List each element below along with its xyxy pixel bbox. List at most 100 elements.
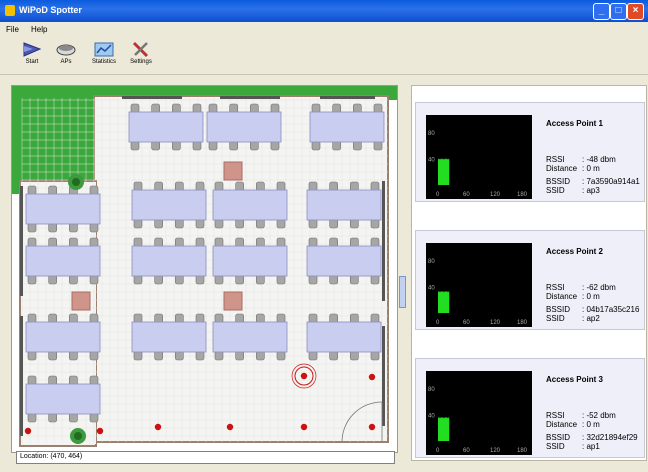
menu-bar: File Help bbox=[0, 22, 648, 39]
distance-value: : 0 m bbox=[582, 164, 600, 173]
rssi-graph: 80400 60 120 180 bbox=[426, 115, 532, 199]
signal-area bbox=[438, 158, 450, 185]
settings-button[interactable]: Settings bbox=[123, 40, 159, 72]
distance-label: Distance bbox=[546, 420, 578, 429]
start-label: Start bbox=[25, 59, 39, 65]
minimize-icon: _ bbox=[598, 5, 605, 16]
graph-x-tick: 120 bbox=[490, 448, 501, 454]
window-segment bbox=[20, 316, 23, 436]
plant-center bbox=[72, 178, 80, 186]
app-icon bbox=[5, 5, 15, 16]
title-bar: WiPoD Spotter _ □ × bbox=[0, 0, 648, 22]
ssid-label: SSID bbox=[546, 314, 565, 323]
desk bbox=[212, 245, 288, 277]
pillar bbox=[223, 161, 243, 181]
rssi-label: RSSI bbox=[546, 411, 565, 420]
desk bbox=[212, 321, 288, 353]
window-segment bbox=[122, 96, 182, 99]
sensor-dot bbox=[300, 372, 308, 380]
graph-x-tick: 180 bbox=[517, 192, 528, 198]
desk bbox=[25, 245, 101, 277]
graph-background bbox=[426, 243, 532, 327]
window-segment bbox=[220, 96, 280, 99]
ssid-value: : ap3 bbox=[582, 186, 600, 195]
ap-title: Access Point 2 bbox=[546, 247, 603, 256]
statistics-button[interactable]: Statistics bbox=[86, 40, 122, 72]
desk bbox=[206, 111, 282, 143]
access-point-card: 80 40 0 60 120 180 Access Point 2 RSSI : -62 … bbox=[415, 230, 645, 330]
menu-help[interactable]: Help bbox=[31, 25, 47, 34]
maximize-button[interactable]: □ bbox=[610, 3, 627, 20]
desk bbox=[131, 189, 207, 221]
close-icon: × bbox=[632, 5, 639, 16]
sensor-dot bbox=[154, 423, 162, 431]
bssid-value: : 7a3590a914a1 bbox=[582, 177, 640, 186]
minimize-button[interactable]: _ bbox=[593, 3, 610, 20]
desk bbox=[131, 321, 207, 353]
access-point-panel: 80 40 0 60 120 180 Access Point 1 RSSI : -48 … bbox=[411, 85, 647, 461]
rssi-graph: 80400 60 120 180 bbox=[426, 371, 532, 455]
sensor-dot bbox=[226, 423, 234, 431]
graph-x-tick: 180 bbox=[517, 320, 528, 326]
start-icon bbox=[23, 42, 42, 57]
bssid-value: : 32d21894ef29 bbox=[582, 433, 638, 442]
sensor-dot bbox=[300, 423, 308, 431]
sensor-dot bbox=[368, 373, 376, 381]
floor-plan bbox=[12, 86, 397, 452]
desk bbox=[306, 245, 382, 277]
sensor-dot bbox=[24, 427, 32, 435]
rssi-value: : -48 dbm bbox=[582, 155, 616, 164]
start-button[interactable]: Start bbox=[14, 40, 50, 72]
maximize-icon: □ bbox=[615, 5, 622, 16]
statistics-icon bbox=[94, 42, 114, 57]
distance-value: : 0 m bbox=[582, 420, 600, 429]
window-title: WiPoD Spotter bbox=[19, 5, 82, 15]
statistics-label: Statistics bbox=[91, 59, 116, 65]
window-segment bbox=[382, 181, 385, 301]
menu-file[interactable]: File bbox=[6, 25, 19, 34]
rssi-label: RSSI bbox=[546, 283, 565, 292]
location-readout: Location: (470, 464) bbox=[20, 453, 83, 460]
pillar bbox=[71, 291, 91, 311]
rssi-graph: 80400 60 120 180 bbox=[426, 243, 532, 327]
graph-x-tick: 60 bbox=[463, 320, 470, 326]
splitter-handle[interactable] bbox=[399, 276, 406, 308]
access-point-card: 80 40 0 60 120 180 Access Point 1 RSSI : -48 … bbox=[415, 102, 645, 202]
signal-area bbox=[438, 291, 450, 313]
bssid-label: BSSID bbox=[546, 177, 571, 186]
graph-x-tick: 180 bbox=[517, 448, 528, 454]
graph-background bbox=[426, 115, 532, 199]
desk bbox=[25, 193, 101, 225]
bssid-label: BSSID bbox=[546, 305, 571, 314]
desk bbox=[309, 111, 385, 143]
access-point-icon bbox=[56, 44, 76, 56]
ssid-value: : ap2 bbox=[582, 314, 600, 323]
signal-area bbox=[438, 417, 450, 441]
distance-label: Distance bbox=[546, 164, 578, 173]
graph-y-tick: 80 bbox=[428, 259, 435, 265]
rssi-value: : -52 dbm bbox=[582, 411, 616, 420]
graph-y-tick: 80 bbox=[428, 387, 435, 393]
aps-button[interactable]: APs bbox=[48, 40, 84, 72]
desk bbox=[25, 383, 101, 415]
sensor-dot bbox=[96, 427, 104, 435]
desk bbox=[25, 321, 101, 353]
distance-label: Distance bbox=[546, 292, 578, 301]
pillar bbox=[223, 291, 243, 311]
desk bbox=[306, 321, 382, 353]
rssi-value: : -62 dbm bbox=[582, 283, 616, 292]
toolbar: Start APs Statistics Settings bbox=[0, 38, 648, 75]
graph-y-tick: 80 bbox=[428, 131, 435, 137]
access-point-card: 80 40 0 60 120 180 Access Point 3 RSSI : -52 … bbox=[415, 358, 645, 458]
close-button[interactable]: × bbox=[627, 3, 644, 20]
graph-y-tick: 40 bbox=[428, 286, 435, 292]
ssid-label: SSID bbox=[546, 442, 565, 451]
desk bbox=[212, 189, 288, 221]
graph-x-tick: 60 bbox=[463, 448, 470, 454]
graph-background bbox=[426, 371, 532, 455]
floor-map[interactable] bbox=[11, 85, 398, 453]
window-segment bbox=[20, 186, 23, 296]
bssid-label: BSSID bbox=[546, 433, 571, 442]
desk bbox=[131, 245, 207, 277]
ap-title: Access Point 3 bbox=[546, 375, 603, 384]
